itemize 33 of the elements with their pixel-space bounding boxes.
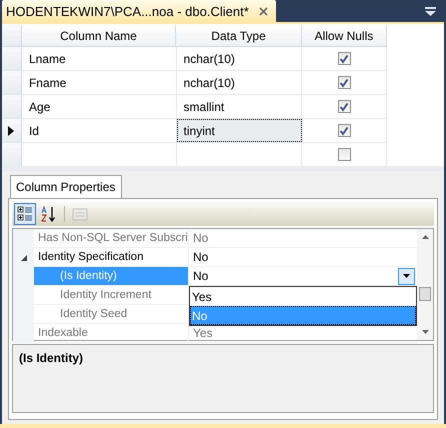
- document-title: HODENTEKWIN7\PCA...noa - dbo.Client*: [6, 4, 249, 18]
- checkbox[interactable]: [338, 52, 351, 65]
- checkbox[interactable]: [338, 76, 351, 89]
- column-header[interactable]: Allow Nulls: [302, 25, 387, 46]
- tab-menu-icon[interactable]: [425, 6, 436, 16]
- table-cell[interactable]: smallint: [176, 95, 302, 118]
- checkbox[interactable]: [338, 100, 351, 113]
- checkbox[interactable]: [338, 148, 351, 161]
- scrollbar[interactable]: [417, 229, 433, 340]
- scroll-up-icon[interactable]: [422, 235, 428, 239]
- property-value[interactable]: No: [193, 269, 398, 283]
- table-cell[interactable]: nchar(10): [176, 47, 302, 70]
- dropdown-option[interactable]: Yes: [190, 287, 416, 306]
- table-cell[interactable]: Age: [22, 95, 177, 118]
- column-header[interactable]: Data Type: [176, 25, 302, 46]
- column-header[interactable]: Column Name: [22, 25, 176, 46]
- document-tab[interactable]: HODENTEKWIN7\PCA...noa - dbo.Client*: [2, 0, 276, 22]
- dropdown-button[interactable]: [398, 268, 415, 284]
- table-cell[interactable]: Fname: [22, 71, 177, 94]
- description-title: (Is Identity): [19, 351, 84, 365]
- table-cell[interactable]: Lname: [22, 47, 177, 70]
- caret-icon: [403, 274, 410, 278]
- categorized-button[interactable]: [14, 203, 36, 225]
- close-icon[interactable]: [258, 6, 268, 16]
- scroll-thumb[interactable]: [419, 287, 431, 301]
- collapse-icon[interactable]: [20, 254, 26, 260]
- table-cell[interactable]: tinyint: [176, 119, 302, 142]
- checkbox[interactable]: [338, 124, 351, 137]
- row-header[interactable]: [2, 119, 22, 142]
- column-properties-tab[interactable]: Column Properties: [10, 175, 122, 198]
- property-value[interactable]: No: [193, 250, 417, 264]
- table-cell[interactable]: nchar(10): [176, 71, 302, 94]
- scroll-down-icon[interactable]: [422, 330, 428, 334]
